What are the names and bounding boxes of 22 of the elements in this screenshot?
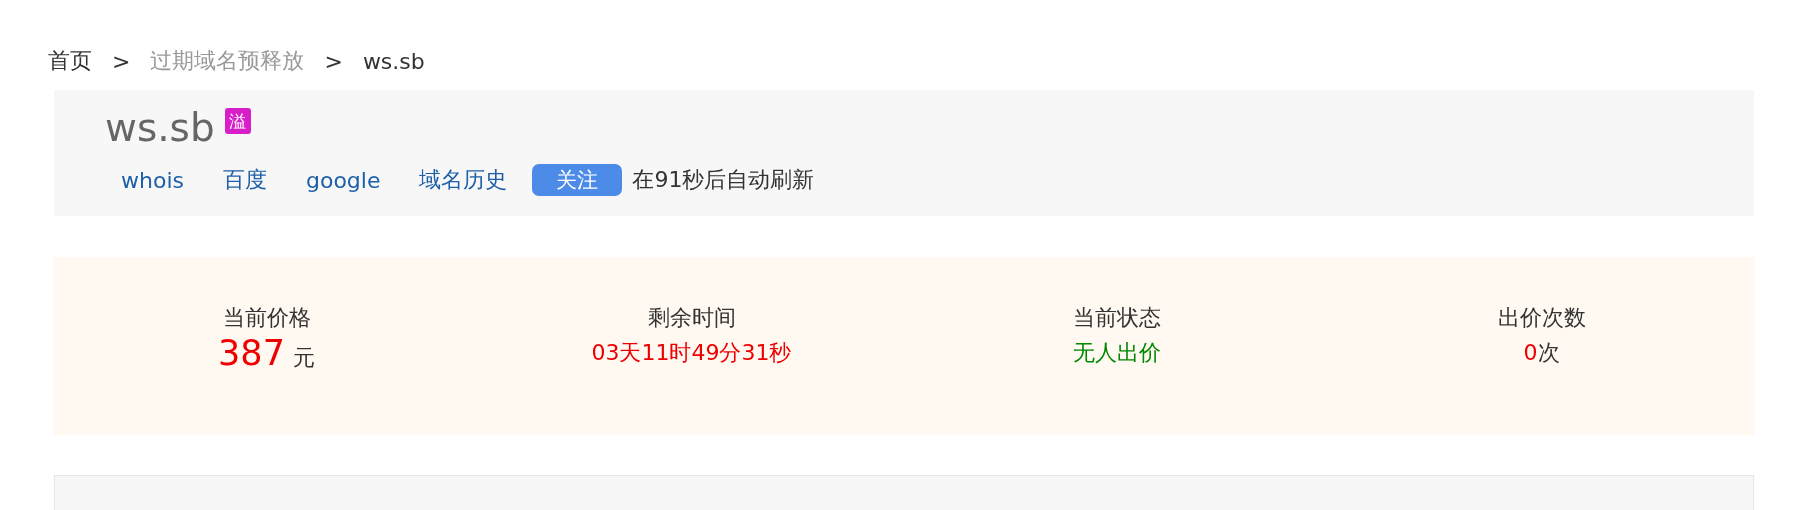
stat-label: 出价次数: [1497, 304, 1586, 332]
link[interactable]: google: [306, 167, 381, 193]
follow-button[interactable]: 关注: [532, 164, 623, 196]
stat-label: 当前状态: [1072, 304, 1161, 332]
time-remaining: 03天11时49分31秒: [591, 339, 792, 367]
unit-label: 次: [1537, 339, 1560, 367]
domain-title: ws.sb: [105, 104, 215, 152]
price-value: 387: [218, 333, 285, 373]
link[interactable]: whois: [121, 167, 184, 193]
breadcrumb-separator: >: [324, 48, 343, 74]
refresh-note: 在91秒后自动刷新: [632, 166, 815, 194]
status-value: 无人出价: [1072, 339, 1161, 367]
badge-icon: 溢: [224, 108, 251, 134]
stat-label: 当前价格: [222, 304, 311, 332]
link[interactable]: 域名历史: [419, 165, 508, 195]
breadcrumb-separator: >: [112, 48, 131, 74]
unit-label: 元: [292, 344, 315, 372]
stat-label: 剩余时间: [647, 304, 736, 332]
breadcrumb-item: ws.sb: [362, 48, 425, 74]
breadcrumb-item[interactable]: 首页: [48, 46, 92, 76]
bid-count: 0: [1523, 339, 1538, 367]
link[interactable]: 百度: [223, 165, 267, 195]
